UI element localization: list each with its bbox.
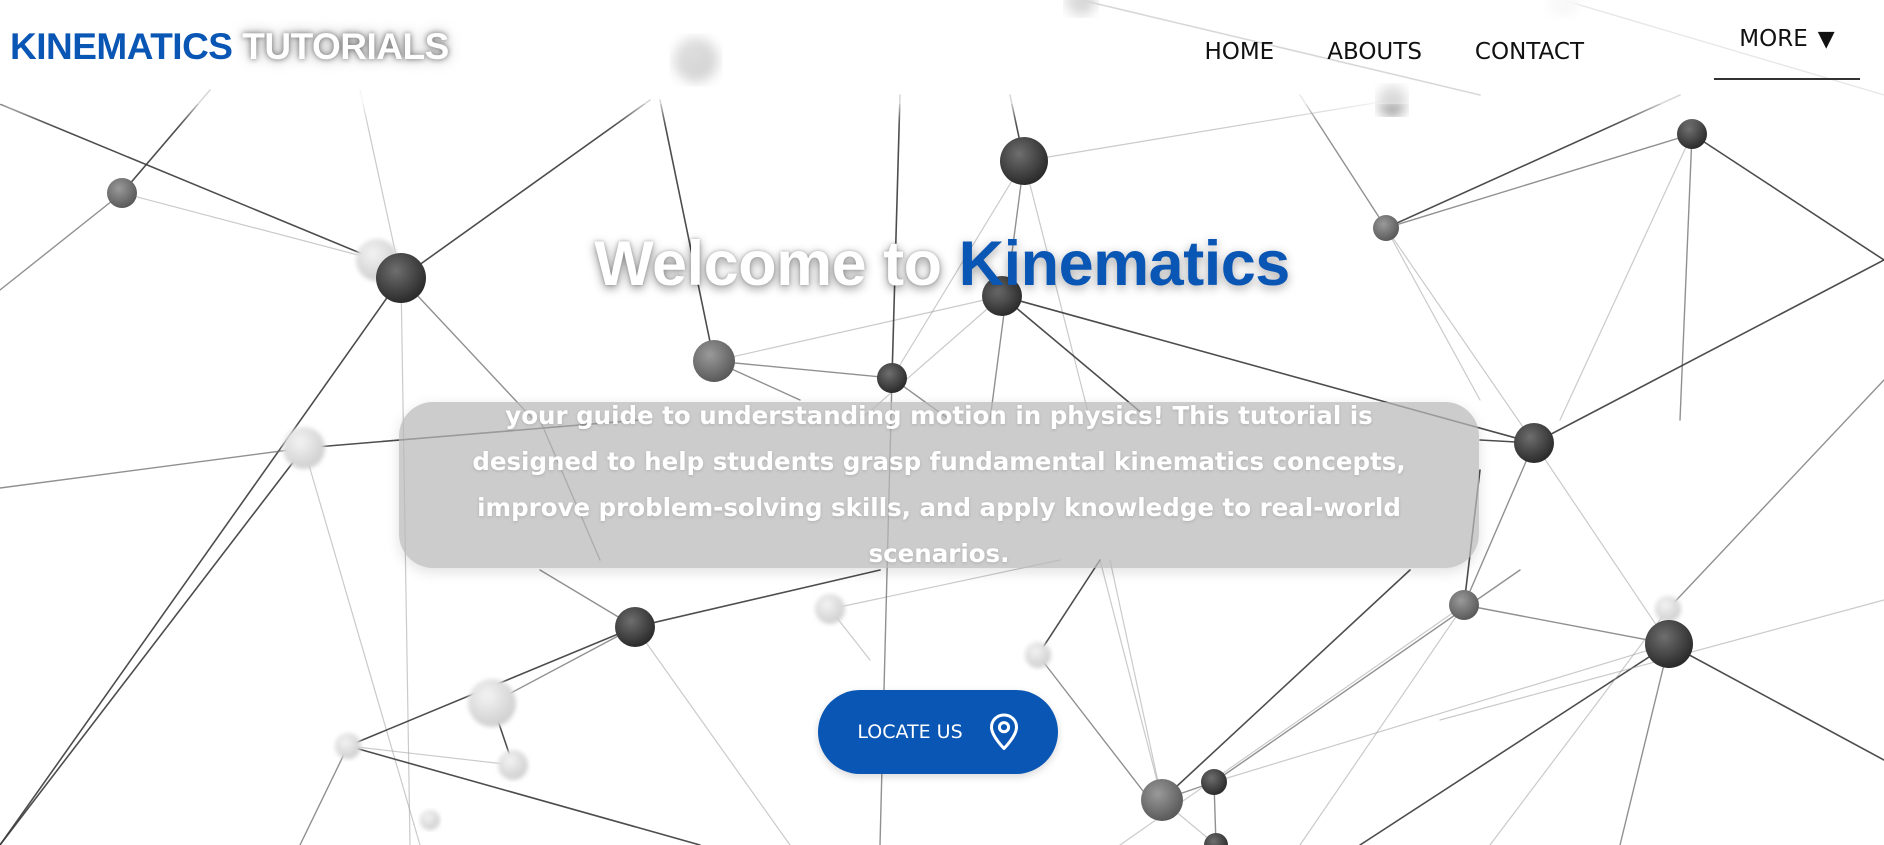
network-node <box>1141 779 1183 821</box>
network-edge <box>1385 133 1693 229</box>
network-edge <box>1359 643 1670 845</box>
top-navbar: KINEMATICS TUTORIALS HOME ABOUTS CONTACT… <box>0 0 1884 104</box>
hero-description-panel: your guide to understanding motion in ph… <box>399 401 1479 568</box>
network-edge <box>1489 608 1669 845</box>
network-edge <box>0 447 305 845</box>
nav-more-dropdown[interactable]: MORE ▼ <box>1714 0 1860 80</box>
network-node <box>1514 423 1554 463</box>
network-edge <box>713 295 1003 362</box>
locate-us-button[interactable]: LOCATE US <box>818 690 1058 774</box>
brand-logo[interactable]: KINEMATICS TUTORIALS <box>10 26 449 68</box>
network-node <box>1645 620 1693 668</box>
nav-more-label: MORE <box>1739 26 1808 52</box>
nav-link-contact[interactable]: CONTACT <box>1475 39 1584 65</box>
network-node <box>815 594 845 624</box>
network-node <box>468 679 516 727</box>
network-edge <box>1161 569 1411 801</box>
network-edge <box>1463 604 1670 645</box>
hero-title-lead: Welcome to <box>594 229 942 299</box>
nav-link-abouts[interactable]: ABOUTS <box>1327 39 1422 65</box>
network-edge <box>491 626 636 704</box>
network-edge <box>1668 643 1884 761</box>
network-node <box>1677 119 1707 149</box>
network-node <box>1655 596 1681 622</box>
network-node <box>335 733 361 759</box>
network-edge <box>0 447 305 489</box>
network-edge <box>1619 643 1670 845</box>
network-node <box>615 607 655 647</box>
locate-us-label: LOCATE US <box>857 721 963 743</box>
hero-description: your guide to understanding motion in ph… <box>472 401 1406 568</box>
network-edge <box>347 745 514 766</box>
network-edge <box>1109 559 1163 801</box>
network-edge <box>1099 559 1163 801</box>
network-node <box>1000 137 1048 185</box>
caret-down-icon: ▼ <box>1817 26 1835 52</box>
network-node <box>420 810 440 830</box>
network-edge <box>1299 94 1387 229</box>
map-pin-icon <box>989 713 1019 751</box>
network-edge <box>299 745 349 845</box>
network-edge <box>634 626 791 845</box>
network-node <box>1449 590 1479 620</box>
network-edge <box>400 277 411 845</box>
network-node <box>498 750 528 780</box>
network-node <box>877 363 907 393</box>
hero-title: Welcome to Kinematics <box>0 228 1884 300</box>
network-edge <box>1385 94 1681 229</box>
network-edge <box>1213 643 1670 783</box>
network-edge <box>121 89 211 194</box>
network-node <box>1025 642 1051 668</box>
network-node <box>107 178 137 208</box>
nav-link-home[interactable]: HOME <box>1204 39 1274 65</box>
hero-title-highlight: Kinematics <box>958 229 1291 299</box>
network-edge <box>1533 442 1670 645</box>
brand-name-primary: KINEMATICS <box>10 26 233 67</box>
network-edge <box>1299 604 1465 845</box>
network-edge <box>634 569 881 628</box>
brand-name-secondary: TUTORIALS <box>242 26 449 67</box>
network-node <box>1201 769 1227 795</box>
network-edge <box>713 360 893 379</box>
network-node <box>693 340 735 382</box>
network-edge <box>1667 379 1884 610</box>
network-node <box>283 427 325 469</box>
network-node <box>1204 833 1228 845</box>
